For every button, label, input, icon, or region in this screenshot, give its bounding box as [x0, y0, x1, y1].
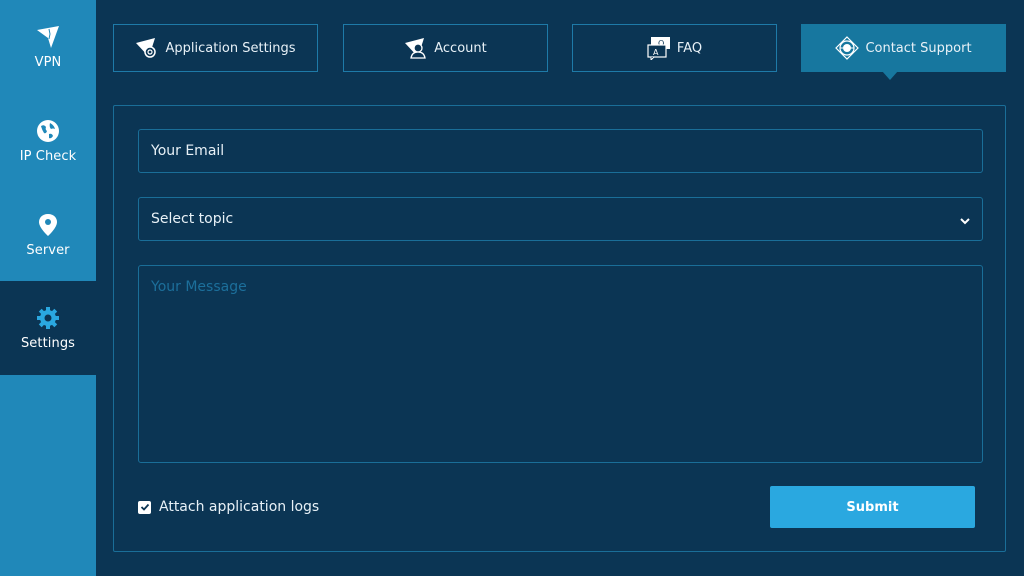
- topic-selected-value: Select topic: [151, 211, 234, 227]
- sidebar-item-settings[interactable]: Settings: [0, 281, 96, 375]
- app-settings-icon: [135, 36, 159, 60]
- tab-label: Contact Support: [865, 40, 972, 56]
- tab-label: FAQ: [676, 40, 703, 56]
- email-field[interactable]: Your Email: [138, 129, 983, 173]
- globe-icon: [36, 119, 60, 143]
- faq-icon: QA: [647, 36, 671, 60]
- map-pin-icon: [36, 213, 60, 237]
- topic-select[interactable]: Select topic: [138, 197, 983, 241]
- sidebar-item-server[interactable]: Server: [0, 188, 96, 282]
- sidebar-item-label: Server: [26, 242, 70, 258]
- tab-faq[interactable]: QA FAQ: [572, 24, 777, 72]
- sidebar-item-label: Settings: [20, 335, 76, 351]
- message-textarea[interactable]: Your Message: [138, 265, 983, 463]
- chevron-down-icon: [958, 213, 972, 227]
- checkmark-icon: [140, 503, 149, 511]
- tab-account[interactable]: Account: [343, 24, 548, 72]
- account-icon: [404, 36, 428, 60]
- contact-support-form: Your Email Select topic Your Message Att…: [113, 105, 1006, 552]
- attach-logs-checkbox-row[interactable]: Attach application logs: [138, 499, 319, 515]
- attach-logs-label: Attach application logs: [159, 499, 320, 515]
- sidebar: VPN IP Check Server Settings: [0, 0, 96, 576]
- sidebar-item-label: IP Check: [19, 148, 77, 164]
- gear-icon: [36, 306, 60, 330]
- tab-contact-support[interactable]: Contact Support: [801, 24, 1006, 80]
- vpn-logo-icon: [36, 25, 60, 49]
- tab-label: Application Settings: [165, 40, 296, 56]
- tab-application-settings[interactable]: Application Settings: [113, 24, 318, 72]
- message-placeholder: Your Message: [151, 279, 247, 295]
- sidebar-item-label: VPN: [34, 54, 62, 70]
- app-window: VPN IP Check Server Settings Application…: [0, 0, 1024, 576]
- tab-label: Account: [434, 40, 487, 56]
- attach-logs-checkbox[interactable]: [138, 500, 151, 514]
- sidebar-item-vpn[interactable]: VPN: [0, 0, 96, 94]
- submit-button[interactable]: Submit: [770, 486, 975, 528]
- lifebuoy-icon: [835, 36, 860, 60]
- email-placeholder: Your Email: [151, 143, 225, 159]
- svg-text:A: A: [653, 48, 659, 57]
- sidebar-item-ip-check[interactable]: IP Check: [0, 94, 96, 188]
